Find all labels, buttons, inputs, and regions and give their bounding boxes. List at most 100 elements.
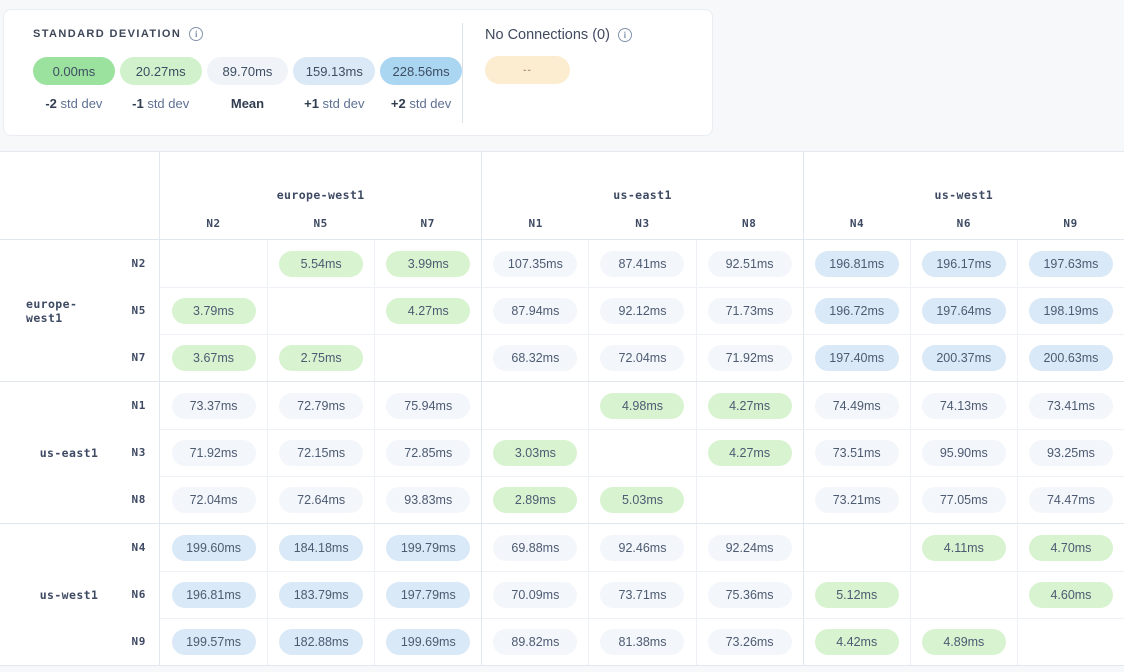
- latency-pill[interactable]: 4.98ms: [600, 393, 684, 419]
- latency-pill[interactable]: 71.73ms: [708, 298, 792, 324]
- std-dev-info-icon[interactable]: i: [189, 27, 203, 41]
- latency-pill[interactable]: 4.11ms: [922, 535, 1006, 561]
- latency-pill[interactable]: 72.15ms: [279, 440, 363, 466]
- latency-pill[interactable]: 5.54ms: [279, 251, 363, 277]
- latency-pill[interactable]: 2.89ms: [493, 487, 577, 513]
- latency-pill[interactable]: 81.38ms: [600, 629, 684, 655]
- latency-pill[interactable]: 75.94ms: [386, 393, 470, 419]
- latency-pill[interactable]: 196.81ms: [815, 251, 899, 277]
- latency-pill[interactable]: 93.25ms: [1029, 440, 1113, 466]
- latency-pill[interactable]: 197.63ms: [1029, 251, 1113, 277]
- latency-pill[interactable]: 73.26ms: [708, 629, 792, 655]
- latency-pill[interactable]: 92.24ms: [708, 535, 792, 561]
- latency-pill[interactable]: 3.67ms: [172, 345, 256, 371]
- latency-pill[interactable]: 4.27ms: [708, 440, 792, 466]
- latency-cell: 200.37ms: [910, 334, 1017, 381]
- latency-pill[interactable]: 89.82ms: [493, 629, 577, 655]
- latency-pill[interactable]: 73.37ms: [172, 393, 256, 419]
- latency-pill[interactable]: 72.79ms: [279, 393, 363, 419]
- latency-pill[interactable]: 200.37ms: [922, 345, 1006, 371]
- latency-pill[interactable]: 200.63ms: [1029, 345, 1113, 371]
- latency-pill[interactable]: 72.64ms: [279, 487, 363, 513]
- legend-pill: 0.00ms: [33, 57, 115, 85]
- matrix-header: europe-west1N2N5N7us-east1N1N3N8us-west1…: [0, 152, 1124, 240]
- latency-pill[interactable]: 92.46ms: [600, 535, 684, 561]
- latency-pill[interactable]: 199.79ms: [386, 535, 470, 561]
- legend-pills: 0.00ms20.27ms89.70ms159.13ms228.56ms: [33, 57, 462, 85]
- latency-cell: 199.60ms: [160, 524, 267, 571]
- latency-pill[interactable]: 196.81ms: [172, 582, 256, 608]
- latency-pill[interactable]: 73.41ms: [1029, 393, 1113, 419]
- latency-pill[interactable]: 71.92ms: [708, 345, 792, 371]
- latency-cell: 92.12ms: [588, 287, 695, 334]
- no-connections-info-icon[interactable]: i: [618, 28, 632, 42]
- latency-pill[interactable]: 95.90ms: [922, 440, 1006, 466]
- latency-pill[interactable]: 87.94ms: [493, 298, 577, 324]
- latency-pill[interactable]: 70.09ms: [493, 582, 577, 608]
- latency-pill[interactable]: 72.04ms: [600, 345, 684, 371]
- latency-pill[interactable]: 182.88ms: [279, 629, 363, 655]
- latency-pill[interactable]: 199.69ms: [386, 629, 470, 655]
- latency-pill[interactable]: 196.72ms: [815, 298, 899, 324]
- row-node-label: N6: [112, 571, 160, 618]
- latency-pill[interactable]: 4.89ms: [922, 629, 1006, 655]
- self-cell: [588, 429, 695, 476]
- latency-pill[interactable]: 93.83ms: [386, 487, 470, 513]
- std-dev-title: STANDARD DEVIATION: [33, 28, 181, 40]
- latency-pill[interactable]: 75.36ms: [708, 582, 792, 608]
- column-nodes-row: N2N5N7: [160, 217, 481, 230]
- latency-pill[interactable]: 68.32ms: [493, 345, 577, 371]
- latency-pill[interactable]: 74.13ms: [922, 393, 1006, 419]
- latency-pill[interactable]: 107.35ms: [493, 251, 577, 277]
- latency-pill[interactable]: 73.51ms: [815, 440, 899, 466]
- latency-cell: 72.04ms: [588, 334, 695, 381]
- latency-pill[interactable]: 2.75ms: [279, 345, 363, 371]
- latency-pill[interactable]: 69.88ms: [493, 535, 577, 561]
- latency-cell: 73.51ms: [803, 429, 910, 476]
- latency-pill[interactable]: 198.19ms: [1029, 298, 1113, 324]
- latency-pill[interactable]: 74.47ms: [1029, 487, 1113, 513]
- latency-pill[interactable]: 199.60ms: [172, 535, 256, 561]
- latency-pill[interactable]: 71.92ms: [172, 440, 256, 466]
- latency-pill[interactable]: 199.57ms: [172, 629, 256, 655]
- latency-pill[interactable]: 73.21ms: [815, 487, 899, 513]
- latency-pill[interactable]: 4.27ms: [708, 393, 792, 419]
- latency-pill[interactable]: 92.12ms: [600, 298, 684, 324]
- matrix-corner: [0, 152, 160, 239]
- latency-pill[interactable]: 4.60ms: [1029, 582, 1113, 608]
- latency-cell: 72.15ms: [267, 429, 374, 476]
- row-node-label: N9: [112, 618, 160, 665]
- latency-pill[interactable]: 4.70ms: [1029, 535, 1113, 561]
- latency-pill[interactable]: 197.79ms: [386, 582, 470, 608]
- latency-pill[interactable]: 196.17ms: [922, 251, 1006, 277]
- row-node-label: N4: [112, 524, 160, 571]
- latency-pill[interactable]: 184.18ms: [279, 535, 363, 561]
- latency-cell: 199.57ms: [160, 618, 267, 665]
- latency-pill[interactable]: 87.41ms: [600, 251, 684, 277]
- latency-pill[interactable]: 3.03ms: [493, 440, 577, 466]
- latency-pill[interactable]: 77.05ms: [922, 487, 1006, 513]
- latency-pill[interactable]: 72.85ms: [386, 440, 470, 466]
- latency-pill[interactable]: 3.99ms: [386, 251, 470, 277]
- latency-cell: 196.17ms: [910, 240, 1017, 287]
- latency-pill[interactable]: 4.42ms: [815, 629, 899, 655]
- latency-pill[interactable]: 5.12ms: [815, 582, 899, 608]
- latency-pill[interactable]: 197.64ms: [922, 298, 1006, 324]
- column-nodes-row: N1N3N8: [482, 217, 802, 230]
- row-node-label: N8: [112, 476, 160, 523]
- latency-pill[interactable]: 74.49ms: [815, 393, 899, 419]
- self-cell: [696, 476, 803, 523]
- latency-pill[interactable]: 183.79ms: [279, 582, 363, 608]
- latency-cell: 68.32ms: [481, 334, 588, 381]
- latency-pill[interactable]: 197.40ms: [815, 345, 899, 371]
- latency-pill[interactable]: 4.27ms: [386, 298, 470, 324]
- latency-matrix: europe-west1N2N5N7us-east1N1N3N8us-west1…: [0, 151, 1124, 666]
- latency-cell: 4.27ms: [696, 382, 803, 429]
- latency-pill[interactable]: 5.03ms: [600, 487, 684, 513]
- latency-pill[interactable]: 73.71ms: [600, 582, 684, 608]
- latency-pill[interactable]: 92.51ms: [708, 251, 792, 277]
- latency-pill[interactable]: 72.04ms: [172, 487, 256, 513]
- latency-pill[interactable]: 3.79ms: [172, 298, 256, 324]
- legend-pill: 159.13ms: [293, 57, 375, 85]
- legend-label: -2 std dev: [33, 96, 115, 111]
